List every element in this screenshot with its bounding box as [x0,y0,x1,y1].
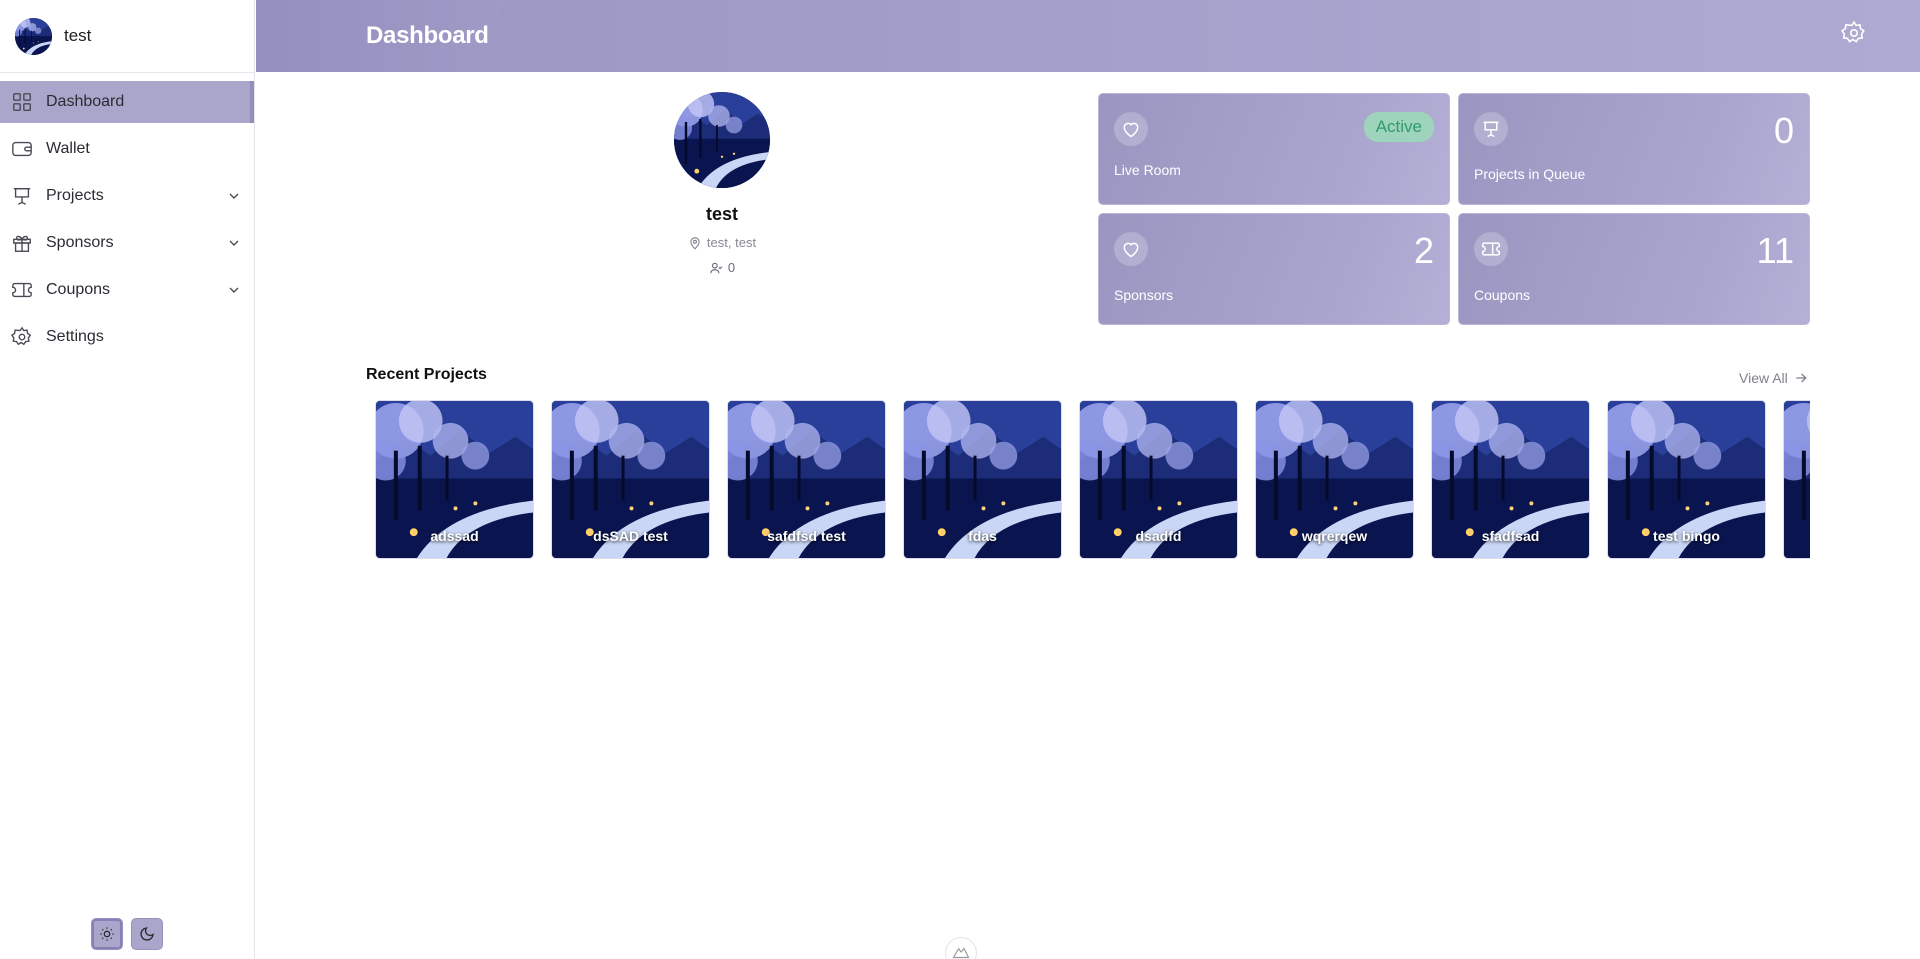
sidebar-nav: Dashboard Wallet Projects Sponsors Coupo… [0,81,254,358]
sidebar-item-label: Projects [46,187,104,204]
project-title: test bingo [1653,528,1720,544]
sidebar: test Dashboard Wallet Projects Sponsors … [0,0,255,959]
project-card[interactable]: sfadfsad [1431,400,1590,559]
app: test Dashboard Wallet Projects Sponsors … [0,0,1920,959]
project-title: fdas [968,528,997,544]
sidebar-item-label: Coupons [46,281,111,298]
project-card[interactable]: wqrerqew [1255,400,1414,559]
status-badge: Active [1363,112,1434,142]
card-label: Sponsors [1114,287,1174,303]
project-card[interactable]: adssad [375,400,534,559]
recent-projects-title: Recent Projects [366,366,487,383]
chevron-down-icon[interactable] [226,282,242,298]
project-title: adssad [430,528,479,544]
location-text: test, test [706,235,757,250]
sun-icon [100,927,114,941]
profile-summary: test test, test 0 [620,92,824,275]
project-title: wqrerqew [1301,528,1368,544]
top-header: Dashboard [256,0,1920,72]
card-label: Live Room [1114,162,1181,178]
ticket-icon [10,278,34,302]
card-label: Projects in Queue [1474,166,1586,182]
gift-icon [10,231,34,255]
view-all-label: View All [1739,370,1788,386]
card-value: 11 [1756,230,1794,271]
user-icon [710,262,723,273]
sidebar-item-projects[interactable]: Projects [0,175,254,217]
profile-location: test, test [620,235,824,250]
project-card[interactable]: safdfsd test [727,400,886,559]
project-title: dsadfd [1135,528,1182,544]
project-card[interactable]: fdas [903,400,1062,559]
presentation-icon [1474,112,1508,146]
arrow-right-icon [1796,373,1807,383]
profile-followers: 0 [620,260,824,275]
light-mode-button[interactable] [91,918,123,950]
nuxt-devtools-button[interactable] [945,937,977,959]
coupons-card[interactable]: 11 Coupons [1458,213,1810,325]
avatar[interactable] [15,18,52,55]
sidebar-item-wallet[interactable]: Wallet [0,128,254,170]
project-card[interactable] [1783,400,1810,559]
presentation-icon [10,184,34,208]
nuxt-logo-icon [952,947,970,959]
project-title: safdfsd test [767,528,846,544]
dark-mode-button[interactable] [131,918,163,950]
sidebar-item-label: Sponsors [46,234,114,251]
sidebar-item-label: Dashboard [46,93,125,110]
card-value: 2 [1413,230,1434,271]
card-value: 0 [1773,110,1794,151]
dashboard-grid-icon [10,90,34,114]
wallet-icon [10,137,34,161]
sidebar-item-settings[interactable]: Settings [0,316,254,358]
theme-switcher [91,918,163,950]
sidebar-item-coupons[interactable]: Coupons [0,269,254,311]
chevron-down-icon[interactable] [226,188,242,204]
sidebar-item-sponsors[interactable]: Sponsors [0,222,254,264]
followers-count: 0 [727,260,736,275]
projects-queue-card[interactable]: 0 Projects in Queue [1458,93,1810,205]
project-title: dsSAD test [593,528,668,544]
heart-icon [1114,232,1148,266]
project-card[interactable]: dsadfd [1079,400,1238,559]
sidebar-item-label: Settings [46,328,104,345]
map-pin-icon [690,236,700,250]
moon-icon [140,927,154,941]
sidebar-item-dashboard[interactable]: Dashboard [0,81,254,123]
card-label: Coupons [1474,287,1531,303]
gear-icon[interactable] [1841,20,1867,46]
project-card[interactable]: test bingo [1607,400,1766,559]
gear-icon [10,325,34,349]
recent-projects-carousel[interactable]: adssad dsSAD test safdfsd test fdas dsad… [366,400,1810,560]
profile-name: test [705,204,738,224]
project-title: sfadfsad [1481,528,1540,544]
profile-avatar [674,92,770,188]
project-card[interactable]: dsSAD test [551,400,710,559]
view-all-link[interactable]: View All [1739,370,1809,386]
user-name: test [64,26,92,45]
page-title: Dashboard [366,22,489,49]
user-profile[interactable]: test [0,0,254,73]
chevron-down-icon[interactable] [226,235,242,251]
sponsors-card[interactable]: 2 Sponsors [1098,213,1450,325]
sidebar-item-label: Wallet [46,140,90,157]
ticket-icon [1474,232,1508,266]
live-room-card[interactable]: Active Live Room [1098,93,1450,205]
heart-icon [1114,112,1148,146]
project-thumbnail [1784,401,1810,559]
